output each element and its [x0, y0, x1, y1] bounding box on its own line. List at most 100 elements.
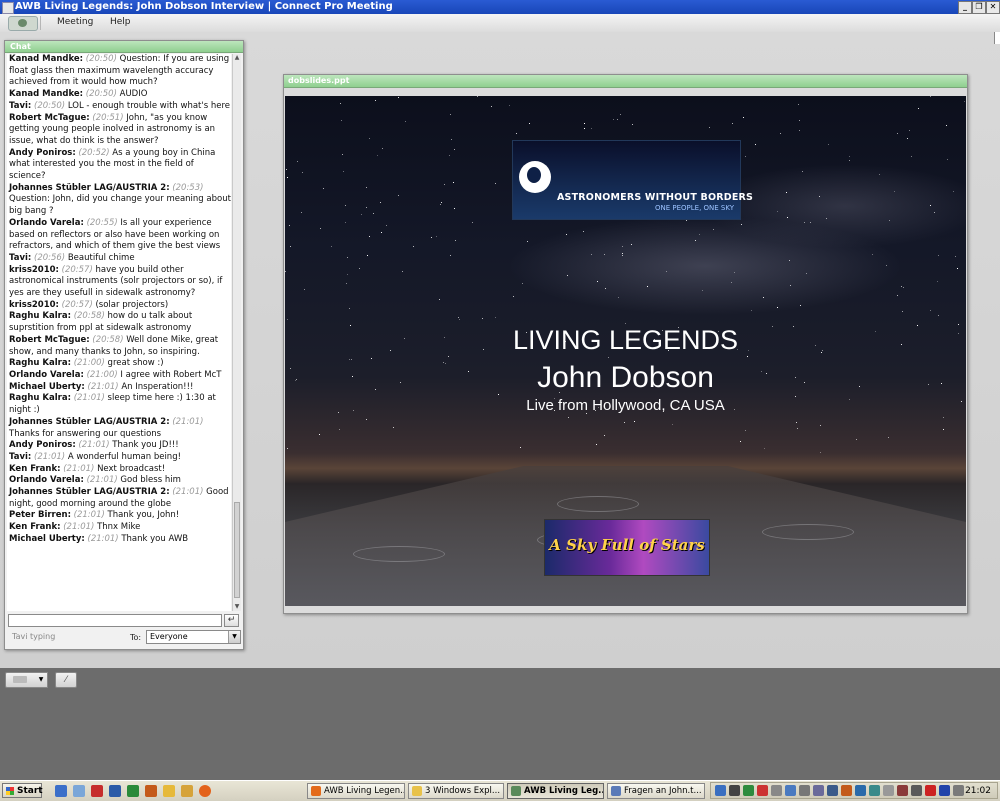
restore-button[interactable]: ❐: [972, 1, 986, 14]
star: [367, 255, 368, 256]
chat-scroll-thumb[interactable]: [234, 502, 240, 598]
taskbar-task-firefox[interactable]: AWB Living Legen...: [307, 783, 405, 799]
microphone-button[interactable]: ⁄: [55, 672, 77, 688]
star: [672, 424, 673, 425]
star: [346, 283, 347, 284]
star: [343, 171, 344, 172]
scroll-down-icon[interactable]: ▼: [233, 603, 241, 611]
camera-button[interactable]: [5, 672, 37, 688]
star: [331, 246, 332, 247]
tray-antivirus-icon[interactable]: [757, 785, 768, 796]
awb-logo: ASTRONOMERS WITHOUT BORDERS ONE PEOPLE, …: [512, 140, 753, 220]
ie-icon[interactable]: [55, 785, 67, 797]
star: [567, 275, 568, 276]
chat-text: Thanks for answering our questions: [9, 428, 162, 439]
star: [886, 265, 887, 266]
tray-app-icon[interactable]: [827, 785, 838, 796]
folder-icon[interactable]: [163, 785, 175, 797]
star: [947, 159, 948, 160]
window-title: AWB Living Legends: John Dobson Intervie…: [15, 1, 393, 12]
star: [349, 308, 350, 309]
chat-sender: Tavi:: [9, 100, 32, 111]
star: [455, 240, 456, 241]
chat-text: Thank you, John!: [107, 510, 180, 521]
recipient-select[interactable]: Everyone ▼: [146, 630, 241, 644]
share-pod-header[interactable]: dobslides.ppt: [284, 75, 967, 88]
recipient-value: Everyone: [150, 632, 188, 641]
tray-grid-icon[interactable]: [743, 785, 754, 796]
star: [943, 429, 944, 430]
chat-message: Kanad Mandke: (20:50) Question: If you a…: [9, 54, 231, 89]
star: [413, 246, 414, 247]
word-icon[interactable]: [109, 785, 121, 797]
chat-message: Orlando Varela: (21:00) I agree with Rob…: [9, 370, 231, 382]
chat-pod-header[interactable]: Chat: [5, 41, 243, 53]
taskbar-task-explorer-group[interactable]: 3 Windows Expl...: [408, 783, 504, 799]
menu-meeting[interactable]: Meeting: [57, 17, 93, 27]
tray-app-icon[interactable]: [897, 785, 908, 796]
tray-bluetooth-icon[interactable]: [813, 785, 824, 796]
powerpoint-icon[interactable]: [145, 785, 157, 797]
taskbar-task-notepad[interactable]: Fragen an John.t...: [607, 783, 705, 799]
star: [495, 317, 496, 318]
chat-message: Ken Frank: (21:01) Thnx Mike: [9, 522, 231, 534]
chat-message: Raghu Kalra: (21:01) sleep time here :) …: [9, 393, 231, 416]
tray-settings-icon[interactable]: [799, 785, 810, 796]
menu-help[interactable]: Help: [110, 17, 131, 27]
workspace-scroll-indicator[interactable]: [994, 32, 1000, 44]
tray-app-icon[interactable]: [841, 785, 852, 796]
star: [605, 288, 606, 289]
chat-timestamp: (20:51): [92, 112, 124, 123]
excel-icon[interactable]: [127, 785, 139, 797]
star: [516, 133, 517, 134]
tray-app-icon[interactable]: [855, 785, 866, 796]
tray-utility-icon[interactable]: [771, 785, 782, 796]
scroll-up-icon[interactable]: ▲: [233, 54, 241, 62]
tray-app-icon[interactable]: [925, 785, 936, 796]
start-button[interactable]: Start: [2, 783, 43, 798]
chat-timestamp: (21:01): [63, 463, 95, 474]
network-icon[interactable]: [715, 785, 726, 796]
taskbar-task-connect[interactable]: AWB Living Leg...: [507, 783, 604, 799]
star: [622, 253, 623, 254]
tray-search-icon[interactable]: [785, 785, 796, 796]
tray-app-icon[interactable]: [883, 785, 894, 796]
chat-sender: Andy Poniros:: [9, 147, 76, 158]
camera-dropdown[interactable]: ▼: [35, 672, 48, 688]
chat-timestamp: (21:01): [34, 451, 66, 462]
tray-app-icon[interactable]: [869, 785, 880, 796]
chat-sender: Raghu Kalra:: [9, 393, 71, 404]
star: [287, 448, 288, 449]
star: [347, 274, 348, 275]
star: [393, 427, 394, 428]
volume-icon[interactable]: [953, 785, 964, 796]
send-message-button[interactable]: ↵: [224, 614, 239, 627]
pdf-icon[interactable]: [91, 785, 103, 797]
star: [802, 171, 803, 172]
firefox-icon[interactable]: [199, 785, 211, 797]
star: [849, 160, 850, 161]
tray-app-icon[interactable]: [939, 785, 950, 796]
star: [351, 359, 352, 360]
star: [341, 120, 342, 121]
star: [624, 422, 625, 423]
close-button[interactable]: ✕: [986, 1, 1000, 14]
star: [454, 149, 455, 150]
chat-sender: Andy Poniros:: [9, 440, 76, 451]
tray-app-icon[interactable]: [729, 785, 740, 796]
star: [439, 299, 440, 300]
explorer-icon[interactable]: [181, 785, 193, 797]
task-label: AWB Living Legen...: [324, 786, 405, 796]
email-icon[interactable]: [73, 785, 85, 797]
chat-message: Tavi: (21:01) A wonderful human being!: [9, 452, 231, 464]
chat-timestamp: (20:52): [78, 147, 110, 158]
star: [709, 127, 710, 128]
minimize-button[interactable]: _: [958, 1, 972, 14]
tray-app-icon[interactable]: [911, 785, 922, 796]
chat-scrollbar[interactable]: ▲ ▼: [232, 54, 241, 611]
chevron-down-icon[interactable]: ▼: [228, 631, 240, 643]
star: [745, 430, 746, 431]
star: [897, 295, 898, 296]
menu-separator: [40, 16, 41, 30]
chat-message-input[interactable]: [8, 614, 222, 627]
